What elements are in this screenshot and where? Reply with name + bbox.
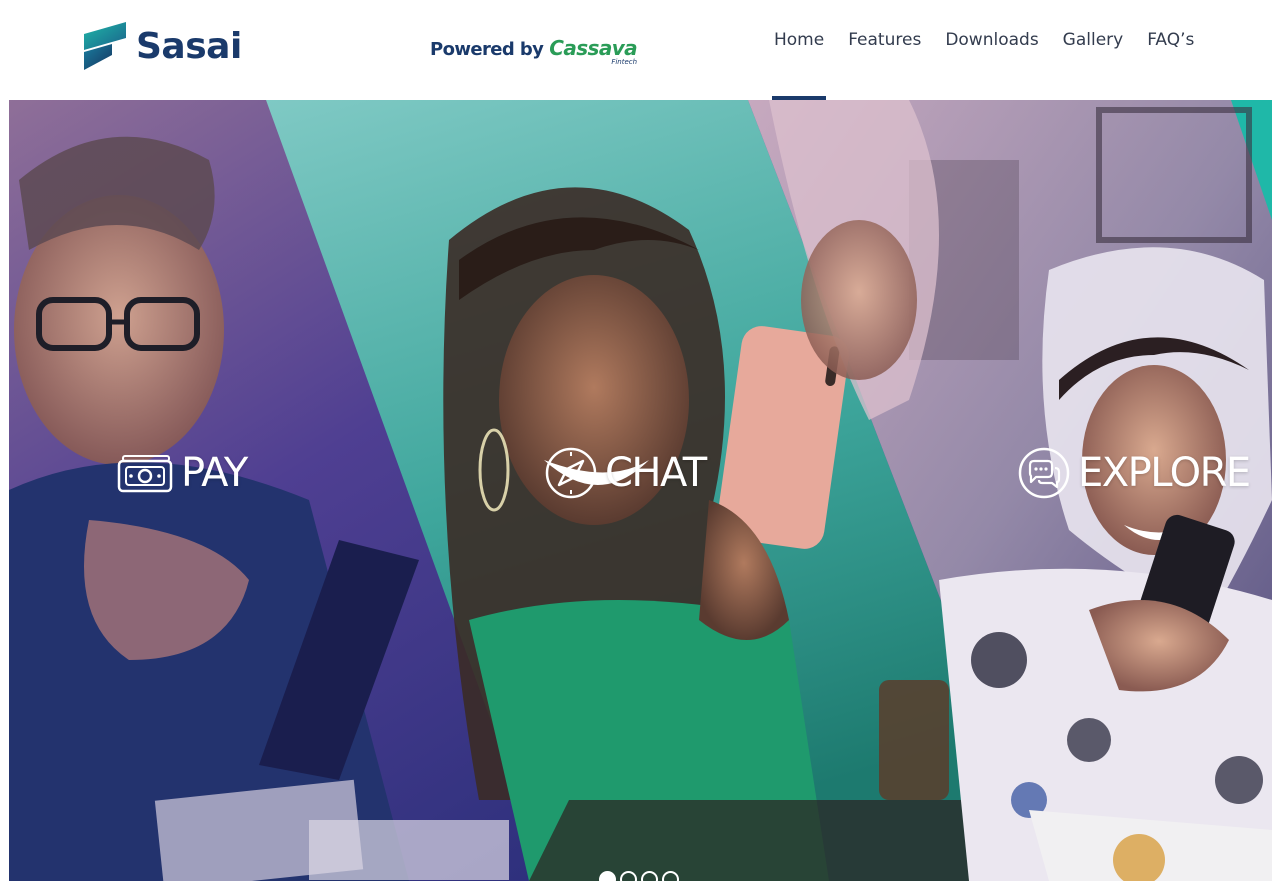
nav-item-gallery[interactable]: Gallery	[1051, 0, 1136, 100]
hero-carousel: PAY CHAT EXPLORE	[9, 100, 1272, 881]
cassava-logo-subtext: Fintech	[611, 58, 638, 66]
compass-icon	[545, 447, 597, 499]
money-icon	[117, 455, 173, 493]
feature-explore-label: EXPLORE	[1078, 450, 1251, 496]
cassava-logo: Cassava Fintech	[549, 36, 638, 66]
sasai-logo-mark-icon	[84, 22, 126, 70]
nav-item-features[interactable]: Features	[836, 0, 933, 100]
carousel-dot-1[interactable]	[599, 871, 616, 881]
nav-item-home[interactable]: Home	[762, 0, 836, 100]
powered-by-cassava: Powered by Cassava Fintech	[430, 36, 638, 66]
carousel-dot-2[interactable]	[620, 871, 637, 881]
sasai-logo[interactable]: Sasai	[84, 22, 242, 72]
feature-chat-label: CHAT	[605, 450, 707, 496]
feature-pay[interactable]: PAY	[117, 450, 248, 496]
feature-pay-label: PAY	[181, 450, 248, 496]
chat-bubbles-icon	[1018, 447, 1070, 499]
nav-item-faqs[interactable]: FAQ’s	[1135, 0, 1206, 100]
feature-chat[interactable]: CHAT	[545, 447, 707, 499]
cassava-logo-text: Cassava	[549, 36, 638, 60]
powered-by-label: Powered by	[430, 39, 544, 60]
site-header: Sasai Powered by Cassava Fintech Home Fe…	[0, 0, 1280, 100]
sasai-logo-text: Sasai	[136, 26, 242, 67]
nav-item-downloads[interactable]: Downloads	[933, 0, 1050, 100]
feature-explore[interactable]: EXPLORE	[1018, 447, 1251, 499]
carousel-dots	[599, 871, 683, 881]
carousel-dot-3[interactable]	[641, 871, 658, 881]
carousel-dot-4[interactable]	[662, 871, 679, 881]
main-nav: Home Features Downloads Gallery FAQ’s	[762, 0, 1206, 100]
